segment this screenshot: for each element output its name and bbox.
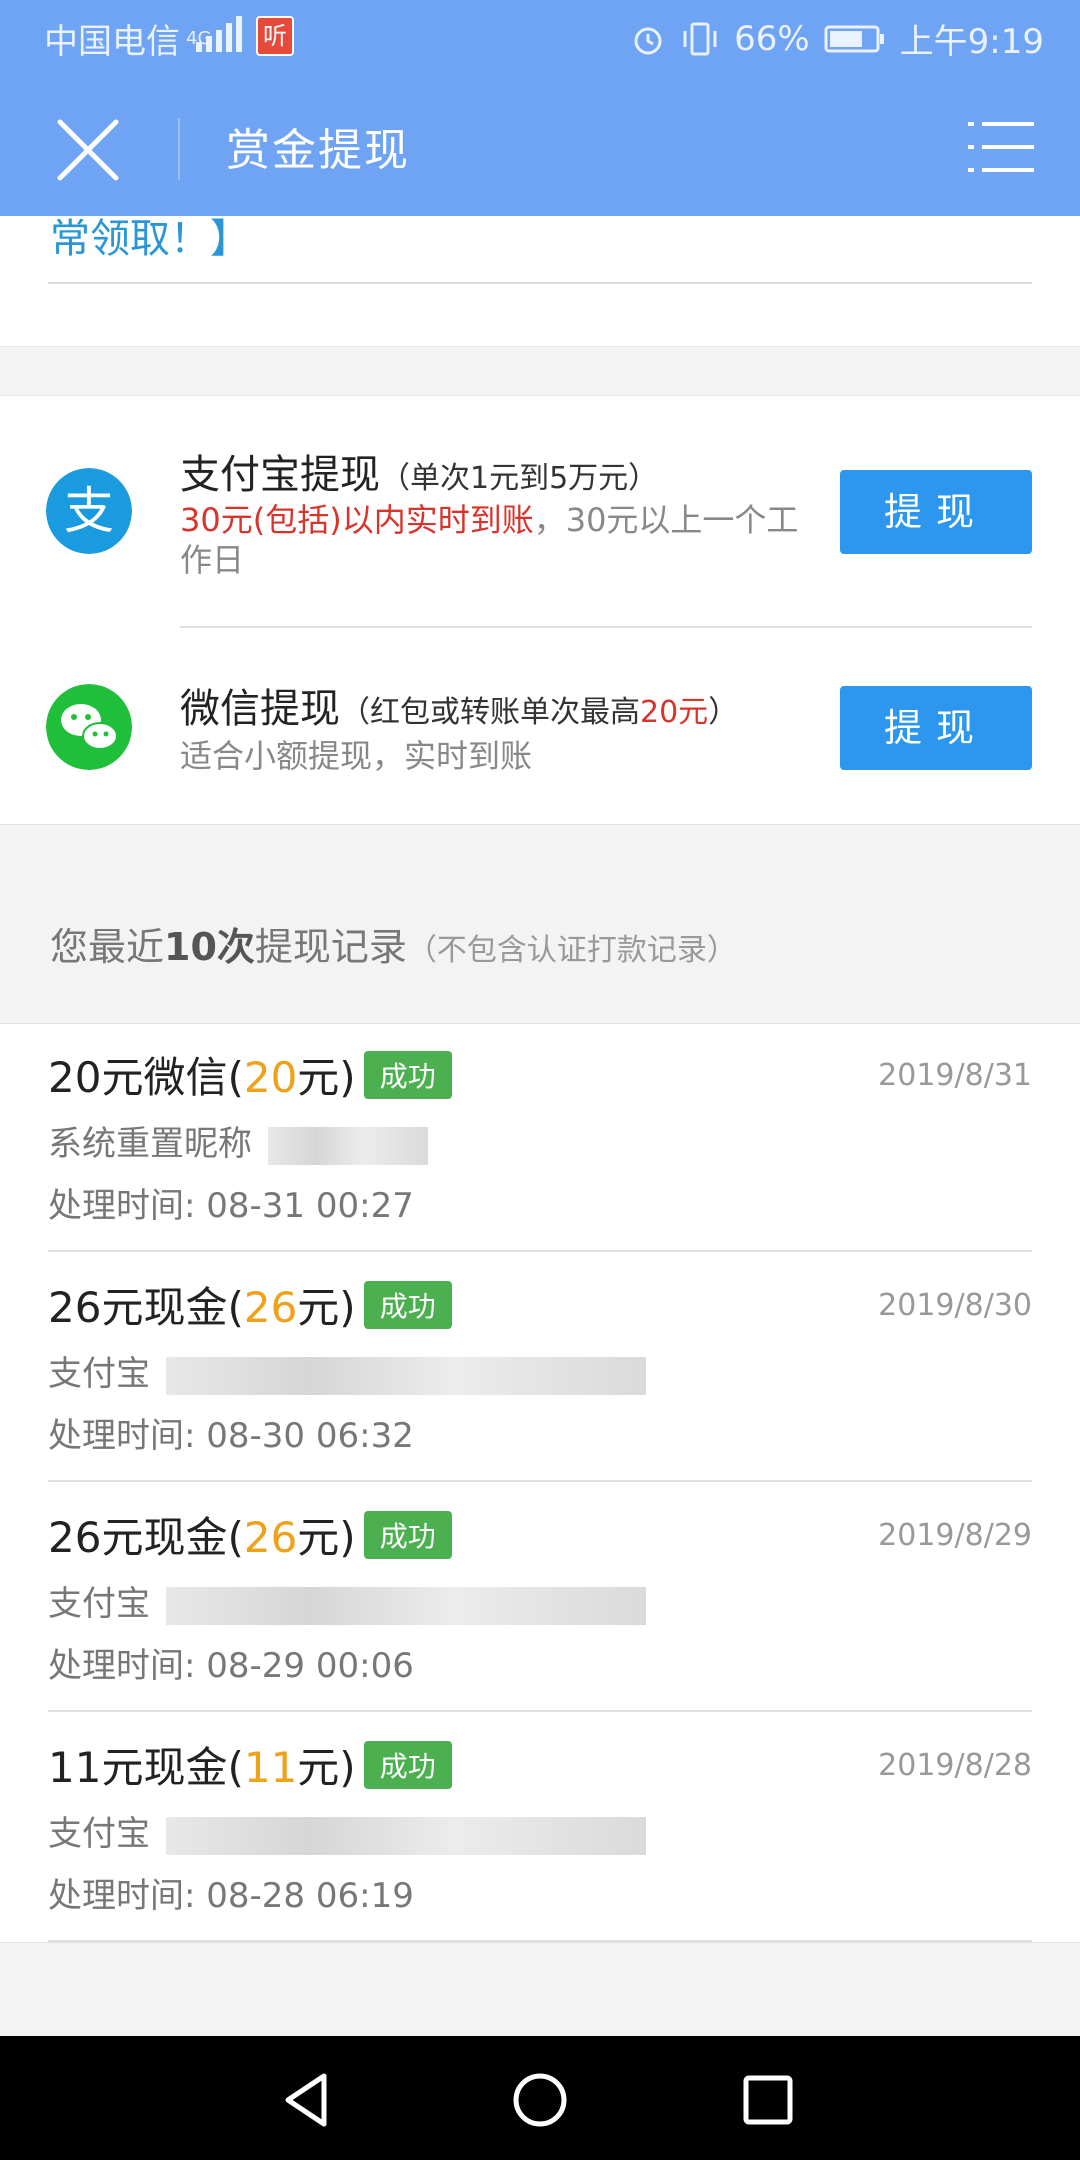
system-nav-bar [0,2036,1080,2160]
record-date: 2019/8/31 [878,1058,1032,1093]
record-time: 处理时间: 08-29 00:06 [48,1646,414,1686]
app-notification-icon: 听 [256,16,294,56]
record-title: 20元微信(20元) 成功 [48,1044,452,1105]
recents-icon[interactable] [732,2064,804,2136]
redacted-blur [166,1586,646,1625]
withdraw-record: 26元现金(26元) 成功 2019/8/30 支付宝 处理时间: 08-30 0… [0,1252,1080,1482]
redacted-blur [268,1126,428,1165]
alipay-withdraw-option: 支 支付宝提现（单次1元到5万元） 30元(包括)以内实时到账，30元以上一个工… [0,396,1080,628]
status-bar: 中国电信 4G 听 66% 上午9:19 [0,0,1080,74]
close-icon[interactable] [52,114,124,186]
option-title: 微信提现（红包或转账单次最高20元） [180,686,739,732]
record-time: 处理时间: 08-31 00:27 [48,1186,414,1226]
menu-icon[interactable] [968,118,1034,176]
record-account: 支付宝 [48,1346,646,1395]
page-bottom [0,1942,1080,2037]
records-heading: 您最近10次提现记录（不包含认证打款记录） [50,925,737,969]
option-description: 适合小额提现，实时到账 [180,737,533,775]
divider [48,282,1032,284]
header-divider [178,118,180,180]
record-title: 26元现金(26元) 成功 [48,1274,452,1335]
back-icon[interactable] [272,2064,344,2136]
page-title: 赏金提现 [226,125,410,176]
option-title: 支付宝提现（单次1元到5万元） [180,452,659,498]
signal-icon [196,16,242,52]
record-date: 2019/8/30 [878,1288,1032,1323]
status-badge: 成功 [363,1051,452,1099]
record-date: 2019/8/29 [878,1518,1032,1553]
alipay-icon: 支 [46,468,132,554]
home-icon[interactable] [504,2064,576,2136]
wechat-icon [46,684,132,770]
record-time: 处理时间: 08-30 06:32 [48,1416,414,1456]
redacted-blur [166,1816,646,1855]
section-gap [0,346,1080,396]
record-title: 26元现金(26元) 成功 [48,1504,452,1565]
option-description: 30元(包括)以内实时到账，30元以上一个工作日 [180,501,799,579]
status-badge: 成功 [363,1281,452,1329]
svg-text:支: 支 [64,482,114,540]
record-time: 处理时间: 08-28 06:19 [48,1876,414,1916]
vibrate-icon [683,22,717,55]
battery-icon [824,25,884,52]
record-date: 2019/8/28 [878,1748,1032,1783]
withdraw-record: 11元现金(11元) 成功 2019/8/28 支付宝 处理时间: 08-28 0… [0,1712,1080,1942]
status-badge: 成功 [363,1511,452,1559]
carrier-label: 中国电信 [44,22,180,62]
record-account: 系统重置昵称 [48,1116,428,1165]
withdraw-record: 20元微信(20元) 成功 2019/8/31 系统重置昵称 处理时间: 08-3… [0,1022,1080,1252]
record-account: 支付宝 [48,1806,646,1855]
record-title: 11元现金(11元) 成功 [48,1734,452,1795]
record-account: 支付宝 [48,1576,646,1625]
wechat-withdraw-button[interactable]: 提现 [840,686,1032,770]
alarm-icon [634,27,662,54]
withdraw-record: 26元现金(26元) 成功 2019/8/29 支付宝 处理时间: 08-29 0… [0,1482,1080,1712]
battery-percent: 66% [734,18,810,59]
clock: 上午9:19 [899,22,1044,62]
redacted-blur [166,1356,646,1395]
alipay-withdraw-button[interactable]: 提现 [840,470,1032,554]
notice-text: 常领取！】 [50,216,250,262]
wechat-withdraw-option: 微信提现（红包或转账单次最高20元） 适合小额提现，实时到账 提现 [0,628,1080,824]
status-badge: 成功 [363,1741,452,1789]
app-header: 赏金提现 [0,74,1080,216]
